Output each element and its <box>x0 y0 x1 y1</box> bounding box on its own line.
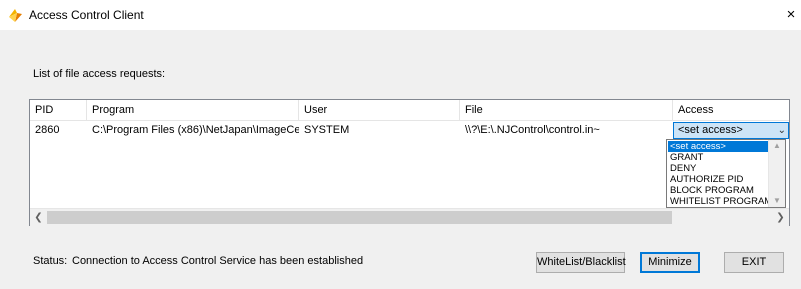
option-authorize-pid[interactable]: AUTHORIZE PID <box>668 174 770 185</box>
list-header: PID Program User File Access <box>30 100 789 121</box>
title-bar: Access Control Client × <box>0 0 801 30</box>
access-select[interactable]: <set access> ⌄ <box>673 122 789 139</box>
column-header-user[interactable]: User <box>299 100 460 120</box>
column-header-file[interactable]: File <box>460 100 673 120</box>
program-cell: C:\Program Files (x86)\NetJapan\ImageCen… <box>92 124 299 136</box>
horizontal-scrollbar[interactable]: ❮ ❯ <box>30 208 789 226</box>
list-label: List of file access requests: <box>33 68 166 80</box>
chevron-down-icon[interactable]: ⌄ <box>778 123 786 138</box>
scroll-down-icon[interactable]: ▼ <box>769 195 785 207</box>
access-dropdown-list[interactable]: <set access> GRANT DENY AUTHORIZE PID BL… <box>666 139 786 208</box>
app-icon <box>9 9 22 22</box>
option-whitelist-program[interactable]: WHITELIST PROGRAM <box>668 196 772 207</box>
scroll-left-icon[interactable]: ❮ <box>30 209 47 226</box>
option-block-program[interactable]: BLOCK PROGRAM <box>668 185 770 196</box>
column-header-access[interactable]: Access <box>673 100 789 120</box>
file-cell: \\?\E:\.NJControl\control.in~ <box>465 124 600 136</box>
status-label: Status: <box>33 255 68 267</box>
user-cell: SYSTEM <box>304 124 350 136</box>
exit-button[interactable]: EXIT <box>724 252 784 273</box>
scroll-right-icon[interactable]: ❯ <box>772 209 789 226</box>
column-header-pid[interactable]: PID <box>30 100 87 120</box>
option-set-access[interactable]: <set access> <box>668 141 770 152</box>
column-header-program[interactable]: Program <box>87 100 299 120</box>
pid-cell: 2860 <box>35 124 60 136</box>
scroll-up-icon[interactable]: ▲ <box>769 140 785 152</box>
access-select-value: <set access> <box>678 124 743 136</box>
option-grant[interactable]: GRANT <box>668 152 770 163</box>
scrollbar-thumb[interactable] <box>47 211 672 224</box>
whitelist-blacklist-button[interactable]: WhiteList/Blacklist <box>536 252 626 273</box>
status-text: Connection to Access Control Service has… <box>72 255 364 267</box>
close-icon[interactable]: × <box>781 0 801 30</box>
option-deny[interactable]: DENY <box>668 163 770 174</box>
dropdown-scrollbar[interactable]: ▲ ▼ <box>768 140 785 207</box>
minimize-button[interactable]: Minimize <box>640 252 700 273</box>
window-title: Access Control Client <box>29 8 144 22</box>
